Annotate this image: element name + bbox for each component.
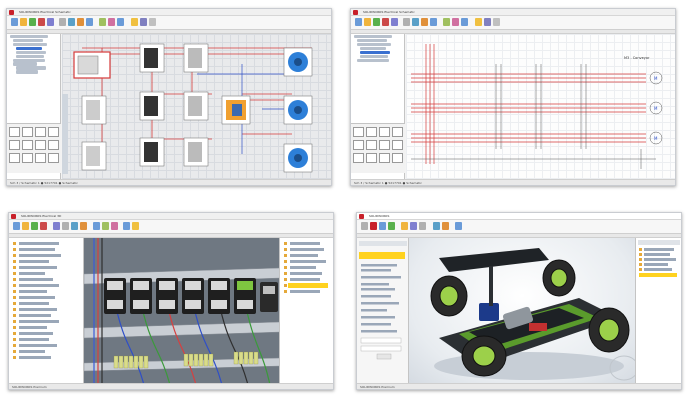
feature-tree[interactable] xyxy=(9,238,84,383)
status-bar: SOLIDWORKS Premium xyxy=(357,383,681,389)
svg-text:M: M xyxy=(654,136,658,141)
screenshot-wiring-schematic: SOLIDWORKS Electrical Schematic M M M M3 -… xyxy=(350,8,676,186)
window-title: SOLIDWORKS xyxy=(357,213,681,220)
solidworks-logo-icon xyxy=(353,10,362,15)
project-tree[interactable] xyxy=(351,34,405,179)
3d-viewport[interactable] xyxy=(84,238,279,383)
window-title-text: SOLIDWORKS Electrical 3D xyxy=(21,214,62,218)
solidworks-logo-icon xyxy=(11,214,20,219)
window-title-text: SOLIDWORKS Electrical Schematic xyxy=(19,10,71,14)
contactor-icon xyxy=(104,278,278,314)
project-tree[interactable] xyxy=(7,34,61,179)
property-panel[interactable] xyxy=(279,238,333,383)
window-title: SOLIDWORKS Electrical 3D xyxy=(9,213,333,220)
window-title-text: SOLIDWORKS Electrical Schematic xyxy=(363,10,415,14)
screenshot-rc-car-model: SOLIDWORKS SOLIDWORKS Premium xyxy=(356,212,682,390)
svg-text:M: M xyxy=(654,106,658,111)
status-bar: Sch 3 / Schematic 1 ● 5217701 ● Schemati… xyxy=(7,179,331,185)
feature-tree[interactable] xyxy=(635,238,681,383)
ribbon-toolbar[interactable] xyxy=(351,16,675,30)
property-manager[interactable] xyxy=(357,238,409,383)
window-title: SOLIDWORKS Electrical Schematic xyxy=(7,9,331,16)
status-bar: Sch 3 / Schematic 1 ● 5217701 ● Schemati… xyxy=(351,179,675,185)
car-model-icon xyxy=(430,248,637,381)
3d-viewport[interactable] xyxy=(409,238,637,383)
screenshot-electrical-schematic: SOLIDWORKS Electrical Schematic Sch 3 / … xyxy=(6,8,332,186)
symbol-library-panel[interactable] xyxy=(351,123,405,173)
symbol-library-panel[interactable] xyxy=(7,123,61,173)
motor-icon xyxy=(283,47,313,173)
motor-label: M3 - Conveyor xyxy=(624,56,650,60)
screenshot-3d-cabinet: SOLIDWORKS Electrical 3D SOLIDWORKS Prem… xyxy=(8,212,334,390)
ribbon-toolbar[interactable] xyxy=(7,16,331,30)
ribbon-toolbar[interactable] xyxy=(9,220,333,234)
solidworks-logo-icon xyxy=(9,10,18,15)
svg-text:M: M xyxy=(654,76,658,81)
status-bar: SOLIDWORKS Premium xyxy=(9,383,333,389)
ribbon-toolbar[interactable] xyxy=(357,220,681,234)
solidworks-logo-icon xyxy=(359,214,368,219)
window-title: SOLIDWORKS Electrical Schematic xyxy=(351,9,675,16)
schematic-canvas[interactable] xyxy=(62,34,331,179)
window-title-text: SOLIDWORKS xyxy=(369,214,390,218)
schematic-canvas[interactable]: M M M M3 - Conveyor xyxy=(406,34,675,179)
